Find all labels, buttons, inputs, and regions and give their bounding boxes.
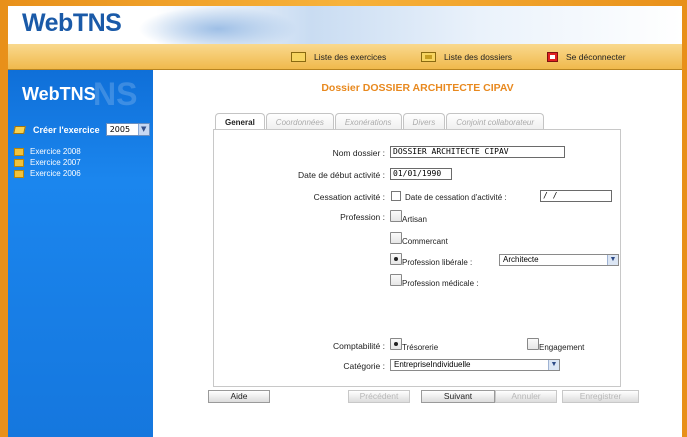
comptabilite-tresorerie-radio[interactable] bbox=[390, 338, 402, 350]
list-dossiers-label: Liste des dossiers bbox=[444, 52, 513, 62]
date-debut-input[interactable]: 01/01/1990 bbox=[390, 168, 452, 180]
cessation-checkbox[interactable] bbox=[391, 191, 401, 201]
chevron-down-icon: ▼ bbox=[548, 360, 559, 370]
comptabilite-label: Comptabilité : bbox=[333, 341, 385, 351]
comptabilite-engagement-radio[interactable] bbox=[527, 338, 539, 350]
precedent-button[interactable]: Précédent bbox=[348, 390, 410, 403]
list-exercises-link[interactable]: Liste des exercices bbox=[291, 52, 386, 62]
chevron-down-icon: ▼ bbox=[607, 255, 618, 265]
sidebar-item-label: Exercice 2008 bbox=[30, 147, 81, 156]
chevron-down-icon: ▼ bbox=[137, 124, 149, 135]
enregistrer-button[interactable]: Enregistrer bbox=[562, 390, 639, 403]
folder-icon bbox=[291, 52, 306, 62]
aide-button[interactable]: Aide bbox=[208, 390, 270, 403]
date-debut-label: Date de début activité : bbox=[298, 170, 385, 180]
year-select-value: 2005 bbox=[109, 125, 131, 134]
sidebar-item-exercice-2006[interactable]: Exercice 2006 bbox=[14, 169, 81, 178]
profession-commercant-radio[interactable] bbox=[390, 232, 402, 244]
folder-icon bbox=[14, 147, 24, 156]
year-select[interactable]: 2005 ▼ bbox=[105, 123, 150, 136]
logout-label: Se déconnecter bbox=[566, 52, 626, 62]
nom-dossier-input[interactable]: DOSSIER ARCHITECTE CIPAV bbox=[390, 146, 565, 158]
list-dossiers-link[interactable]: Liste des dossiers bbox=[421, 52, 512, 62]
header: WebTNS bbox=[8, 6, 682, 44]
open-folder-icon bbox=[13, 125, 26, 134]
tab-exonerations[interactable]: Exonérations bbox=[334, 113, 402, 130]
tab-coordonnees[interactable]: Coordonnées bbox=[265, 113, 334, 130]
main-content: Dossier DOSSIER ARCHITECTE CIPAV General… bbox=[153, 70, 682, 437]
categorie-select-value: EntrepriseIndividuelle bbox=[394, 360, 471, 369]
profession-medicale-radio[interactable] bbox=[390, 274, 402, 286]
comptabilite-engagement-label: Engagement bbox=[539, 343, 585, 352]
profession-medicale-label: Profession médicale : bbox=[402, 279, 479, 288]
sidebar-item-label: Exercice 2007 bbox=[30, 158, 81, 167]
create-exercise-row: Créer l'exercice 2005 ▼ bbox=[13, 123, 150, 136]
sidebar-item-label: Exercice 2006 bbox=[30, 169, 81, 178]
categorie-select[interactable]: EntrepriseIndividuelle ▼ bbox=[390, 359, 560, 371]
profession-liberale-select[interactable]: Architecte ▼ bbox=[499, 254, 619, 266]
profession-liberale-select-value: Architecte bbox=[503, 255, 539, 264]
header-swoosh bbox=[138, 6, 298, 44]
tab-bar: General Coordonnées Exonérations Divers … bbox=[215, 113, 545, 131]
profession-artisan-radio[interactable] bbox=[390, 210, 402, 222]
cessation-label: Cessation activité : bbox=[313, 192, 385, 202]
sidebar-logo: WebTNS bbox=[22, 84, 96, 104]
sidebar-item-exercice-2007[interactable]: Exercice 2007 bbox=[14, 158, 81, 167]
profession-label: Profession : bbox=[340, 212, 385, 222]
page-title: Dossier DOSSIER ARCHITECTE CIPAV bbox=[321, 82, 514, 94]
date-cessation-label: Date de cessation d'activité : bbox=[405, 193, 507, 202]
profession-artisan-label: Artisan bbox=[402, 215, 427, 224]
suivant-button[interactable]: Suivant bbox=[421, 390, 495, 403]
folder-icon bbox=[14, 158, 24, 167]
header-logo: WebTNS bbox=[22, 9, 122, 37]
sidebar: NS WebTNS Créer l'exercice 2005 ▼ Exerci… bbox=[8, 70, 153, 437]
window-frame: WebTNS Liste des exercices Liste des dos… bbox=[0, 0, 687, 437]
sidebar-watermark: NS bbox=[93, 76, 138, 112]
toolbar: Liste des exercices Liste des dossiers S… bbox=[8, 44, 682, 70]
list-exercises-label: Liste des exercices bbox=[314, 52, 387, 62]
logout-icon bbox=[547, 52, 558, 62]
profession-liberale-label: Profession libérale : bbox=[402, 258, 473, 267]
comptabilite-tresorerie-label: Trésorerie bbox=[402, 343, 439, 352]
nom-dossier-label: Nom dossier : bbox=[332, 148, 385, 158]
tab-divers[interactable]: Divers bbox=[402, 113, 446, 130]
tab-conjoint-collaborateur[interactable]: Conjoint collaborateur bbox=[446, 113, 545, 130]
folder-icon bbox=[14, 169, 24, 178]
sidebar-item-exercice-2008[interactable]: Exercice 2008 bbox=[14, 147, 81, 156]
annuler-button[interactable]: Annuler bbox=[495, 390, 557, 403]
date-cessation-input[interactable]: / / bbox=[540, 190, 612, 202]
logout-link[interactable]: Se déconnecter bbox=[547, 52, 626, 62]
categorie-label: Catégorie : bbox=[343, 361, 385, 371]
profession-liberale-radio[interactable] bbox=[390, 253, 402, 265]
general-panel: Nom dossier : DOSSIER ARCHITECTE CIPAV D… bbox=[213, 129, 621, 387]
folders-icon bbox=[421, 52, 436, 62]
profession-commercant-label: Commercant bbox=[402, 237, 448, 246]
create-exercise-link[interactable]: Créer l'exercice bbox=[33, 125, 100, 135]
